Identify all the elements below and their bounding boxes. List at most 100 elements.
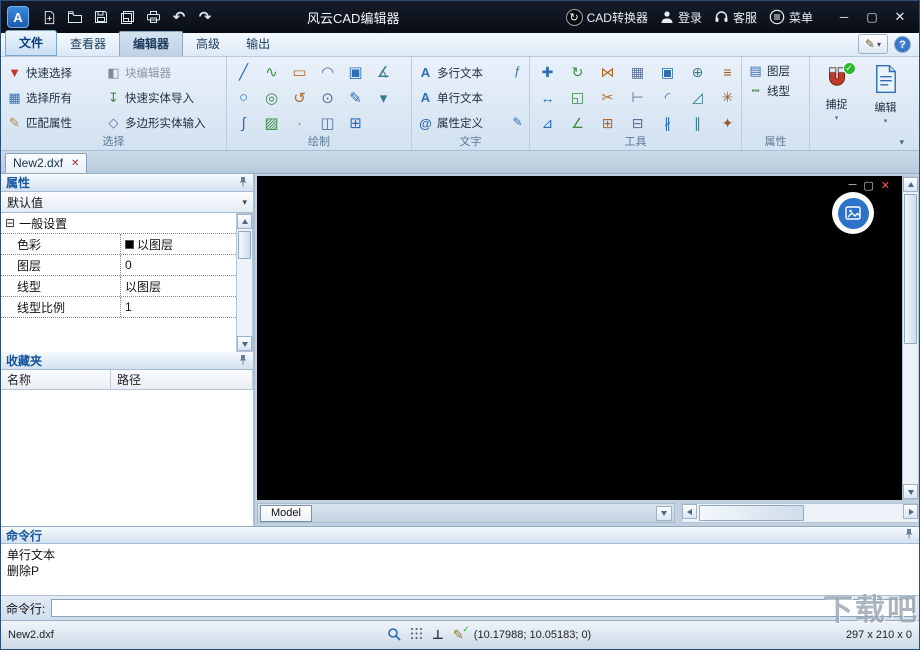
layer-button[interactable]: ▤ 图层 — [746, 63, 805, 79]
pin-icon[interactable] — [238, 354, 248, 368]
arc-icon[interactable]: ↺ — [287, 86, 312, 110]
tab-output[interactable]: 输出 — [233, 32, 283, 56]
edit-text-icon[interactable]: ✎ — [510, 115, 525, 130]
command-history[interactable]: 单行文本 删除P — [1, 544, 919, 595]
single-line-text-button[interactable]: A 单行文本 — [416, 90, 508, 106]
converter-badge-button[interactable] — [832, 192, 874, 234]
donut-icon[interactable]: ⊙ — [315, 86, 340, 110]
favorites-column-path[interactable]: 路径 — [111, 370, 253, 389]
snap-toggle-button[interactable]: ✓ 捕捉 — [814, 60, 859, 137]
linetype-button[interactable]: ┅ 线型 — [746, 83, 805, 99]
raster-image-icon[interactable]: ◫ — [315, 111, 340, 135]
open-file-button[interactable] — [63, 5, 87, 29]
align-icon[interactable]: ⊞ — [594, 111, 621, 135]
ortho-mode-icon[interactable]: ⊥ — [432, 627, 444, 643]
more-draw-icon[interactable]: ▾ — [371, 86, 396, 110]
drawing-minimize-button[interactable]: ─ — [849, 179, 857, 192]
property-preset-dropdown[interactable]: 默认值 — [1, 192, 253, 213]
redo-button[interactable]: ↷ — [193, 5, 217, 29]
tab-editor[interactable]: 编辑器 — [119, 31, 184, 56]
hatch-icon[interactable]: ▨ — [259, 111, 284, 135]
angle-icon[interactable]: ∠ — [564, 111, 591, 135]
join-icon[interactable]: ⊕ — [684, 60, 711, 84]
save-button[interactable] — [89, 5, 113, 29]
cad-converter-button[interactable]: ↻ CAD转换器 — [565, 8, 648, 26]
model-tab[interactable]: Model — [260, 504, 312, 522]
mirror-icon[interactable]: ⋈ — [594, 60, 621, 84]
quick-select-button[interactable]: ▼ 快速选择 — [5, 65, 104, 81]
tab-viewer[interactable]: 查看器 — [57, 32, 119, 56]
layout-list-dropdown[interactable] — [656, 505, 672, 521]
extend-icon[interactable]: ⊢ — [624, 86, 651, 110]
grid-snap-icon[interactable] — [410, 627, 423, 643]
region-icon[interactable]: ▣ — [343, 60, 368, 84]
property-grid-scrollbar[interactable] — [236, 213, 253, 352]
favorites-panel-header[interactable]: 收藏夹 — [1, 352, 253, 370]
property-row-linetype[interactable]: 线型 以图层 — [1, 276, 236, 297]
field-icon[interactable]: ƒ — [510, 64, 525, 79]
scrollbar-thumb[interactable] — [699, 505, 804, 521]
explode-icon[interactable]: ✳ — [714, 86, 741, 110]
tab-file[interactable]: 文件 — [5, 30, 58, 56]
purge-icon[interactable]: ✦ — [714, 111, 741, 135]
command-panel-header[interactable]: 命令行 — [1, 527, 919, 544]
drawing-close-button[interactable]: ✕ — [881, 179, 890, 192]
scale-icon[interactable]: ◱ — [564, 86, 591, 110]
zoom-tool-icon[interactable] — [387, 627, 401, 644]
favorites-column-name[interactable]: 名称 — [1, 370, 111, 389]
ribbon-collapse-chevron[interactable]: ▾ — [899, 137, 904, 148]
measure-icon[interactable]: ⊿ — [534, 111, 561, 135]
maximize-button[interactable]: ▢ — [859, 6, 885, 28]
scroll-up-button[interactable] — [903, 177, 918, 192]
draft-mode-icon[interactable]: ✎ ✓ — [453, 624, 470, 643]
revision-cloud-icon[interactable]: ◠ — [315, 60, 340, 84]
line-icon[interactable]: ╱ — [231, 60, 256, 84]
property-section-row[interactable]: ⊟ 一般设置 — [1, 213, 236, 234]
favorites-list-body[interactable] — [1, 390, 253, 526]
close-button[interactable]: ✕ — [887, 6, 913, 28]
ellipse-icon[interactable]: ◎ — [259, 86, 284, 110]
minimize-button[interactable]: ─ — [831, 6, 857, 28]
scrollbar-thumb[interactable] — [904, 194, 917, 344]
print-button[interactable] — [141, 5, 165, 29]
group-icon[interactable]: ≡ — [714, 60, 741, 84]
new-file-button[interactable] — [37, 5, 61, 29]
quick-entity-import-button[interactable]: ↧ 快速实体导入 — [104, 90, 223, 106]
property-row-color[interactable]: 色彩 以图层 — [1, 234, 236, 255]
tab-advanced[interactable]: 高级 — [183, 32, 233, 56]
pin-icon[interactable] — [238, 176, 248, 190]
table-icon[interactable]: ⊞ — [343, 111, 368, 135]
array-icon[interactable]: ▦ — [624, 60, 651, 84]
chamfer-icon[interactable]: ◿ — [684, 86, 711, 110]
attribute-define-button[interactable]: @ 属性定义 — [416, 115, 508, 131]
document-tab[interactable]: New2.dxf ✕ — [5, 153, 88, 173]
properties-panel-header[interactable]: 属性 — [1, 174, 253, 192]
canvas-horizontal-scrollbar[interactable] — [681, 503, 919, 523]
rotate-icon[interactable]: ↻ — [564, 60, 591, 84]
scroll-right-button[interactable] — [903, 504, 918, 519]
block-editor-button[interactable]: ◧ 块编辑器 — [104, 65, 223, 81]
copy-icon[interactable]: ▣ — [654, 60, 681, 84]
menu-button[interactable]: 菜单 — [769, 9, 813, 26]
fillet-icon[interactable]: ◜ — [654, 86, 681, 110]
polygon-entity-input-button[interactable]: ◇ 多边形实体输入 — [104, 115, 223, 131]
divide-icon[interactable]: ∦ — [654, 111, 681, 135]
sketch-icon[interactable]: ✎ — [343, 86, 368, 110]
move-icon[interactable]: ✚ — [534, 60, 561, 84]
circle-icon[interactable]: ○ — [231, 86, 256, 110]
select-all-button[interactable]: ▦ 选择所有 — [5, 90, 104, 106]
scroll-up-button[interactable] — [237, 214, 252, 229]
save-all-button[interactable] — [115, 5, 139, 29]
polyline-icon[interactable]: ∿ — [259, 60, 284, 84]
command-input[interactable] — [51, 599, 914, 617]
offset-icon[interactable]: ∥ — [684, 111, 711, 135]
break-icon[interactable]: ⊟ — [624, 111, 651, 135]
support-button[interactable]: 客服 — [714, 9, 757, 26]
scrollbar-thumb[interactable] — [238, 231, 251, 259]
canvas-vertical-scrollbar[interactable] — [902, 176, 919, 500]
scroll-down-button[interactable] — [237, 336, 252, 351]
collapse-icon[interactable]: ⊟ — [5, 217, 15, 229]
document-tab-close-icon[interactable]: ✕ — [71, 158, 79, 169]
annotate-dropdown-button[interactable]: ✎ — [857, 34, 888, 54]
drawing-restore-button[interactable]: ▢ — [863, 179, 873, 192]
